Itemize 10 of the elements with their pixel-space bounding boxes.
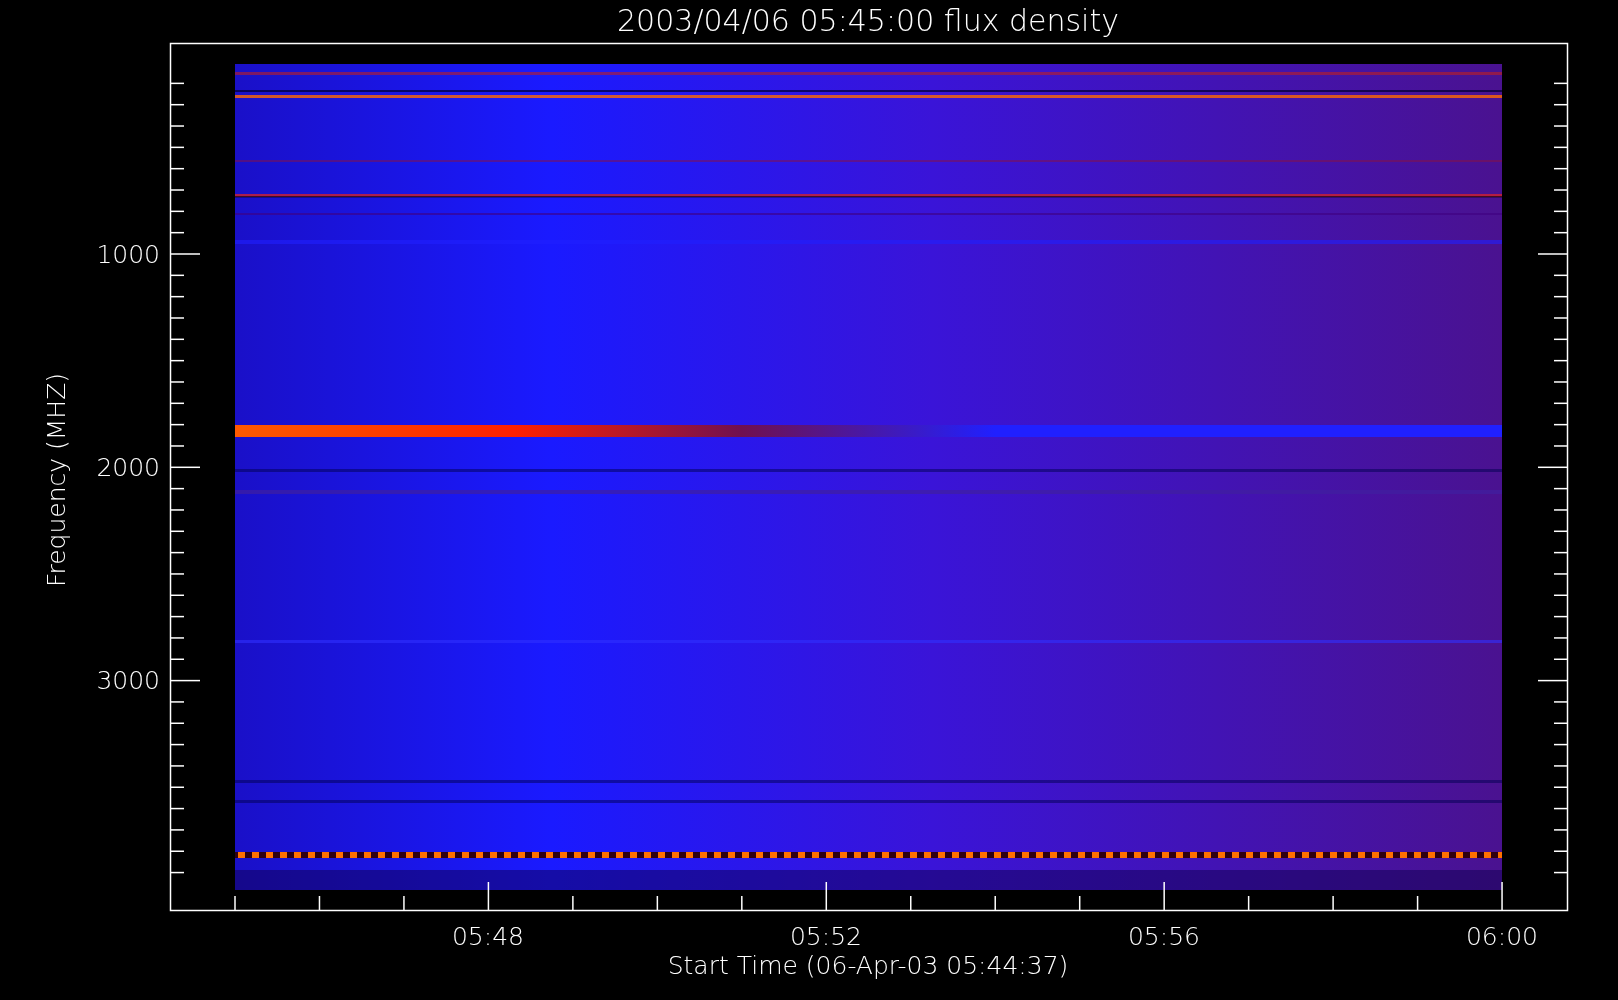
y-axis-label: Frequency (MHZ) [42,372,71,588]
y-tick-label: 1000 [96,240,160,269]
x-tick-label: 05:48 [452,922,524,951]
x-axis-label: Start Time (06-Apr-03 05:44:37) [667,951,1069,980]
y-tick-label: 2000 [96,453,160,482]
x-tick-label: 05:56 [1128,922,1200,951]
x-tick-label: 05:52 [790,922,862,951]
x-tick-label: 06:00 [1466,922,1538,951]
chart-title: 2003/04/06 05:45:00 flux density [617,3,1119,38]
y-tick-label: 3000 [96,666,160,695]
